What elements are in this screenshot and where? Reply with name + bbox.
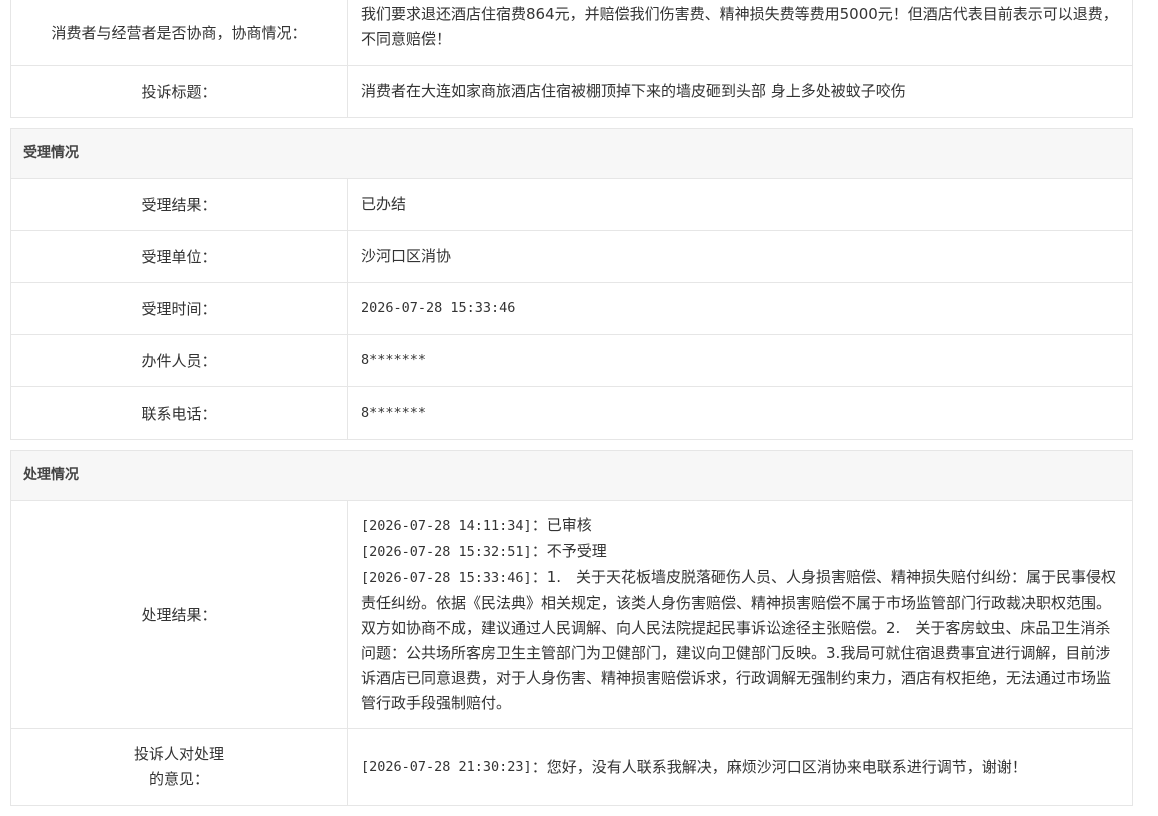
acceptance-result-label: 受理结果： — [11, 179, 348, 230]
acceptance-card: 受理情况 受理结果： 已办结 受理单位： 沙河口区消协 受理时间： 2026-0… — [10, 128, 1133, 440]
complaint-title-value: 消费者在大连如家商旅酒店住宿被棚顶掉下来的墙皮砸到头部 身上多处被蚊子咬伤 — [361, 82, 906, 100]
acceptance-result-value: 已办结 — [361, 195, 407, 213]
acceptance-unit-label: 受理单位： — [11, 231, 348, 282]
handling-title: 处理情况 — [11, 451, 1132, 501]
handler-value: 8******* — [361, 352, 427, 368]
phone-row: 联系电话： 8******* — [11, 387, 1132, 439]
handler-label: 办件人员： — [11, 335, 348, 386]
acceptance-unit-value: 沙河口区消协 — [361, 247, 452, 265]
negotiation-value: 我们要求退还酒店住宿费864元，并赔偿我们伤害费、精神损失费等费用5000元！但… — [361, 5, 1118, 48]
detail-page: 消费者与经营者是否协商，协商情况： 我们要求退还酒店住宿费864元，并赔偿我们伤… — [10, 0, 1133, 816]
acceptance-time-value: 2026-07-28 15:33:46 — [361, 300, 516, 316]
negotiation-label: 消费者与经营者是否协商，协商情况： — [11, 0, 348, 65]
log-entry: [2026-07-28 15:33:46]：1. 关于天花板墙皮脱落砸伤人员、人… — [361, 568, 1117, 712]
handler-row: 办件人员： 8******* — [11, 335, 1132, 387]
acceptance-result-row: 受理结果： 已办结 — [11, 179, 1132, 231]
complaint-card: 消费者与经营者是否协商，协商情况： 我们要求退还酒店住宿费864元，并赔偿我们伤… — [10, 0, 1133, 118]
opinion-label: 投诉人对处理 的意见： — [11, 729, 348, 805]
complaint-title-label: 投诉标题： — [11, 66, 348, 117]
handling-result-label: 处理结果： — [11, 501, 348, 728]
phone-value: 8******* — [361, 404, 427, 421]
handling-result-row: 处理结果： [2026-07-28 14:11:34]：已审核 [2026-07… — [11, 501, 1132, 729]
handling-card: 处理情况 处理结果： [2026-07-28 14:11:34]：已审核 [20… — [10, 450, 1133, 806]
negotiation-row: 消费者与经营者是否协商，协商情况： 我们要求退还酒店住宿费864元，并赔偿我们伤… — [11, 0, 1132, 66]
acceptance-title: 受理情况 — [11, 129, 1132, 179]
phone-label: 联系电话： — [11, 387, 348, 439]
acceptance-unit-row: 受理单位： 沙河口区消协 — [11, 231, 1132, 283]
complaint-title-row: 投诉标题： 消费者在大连如家商旅酒店住宿被棚顶掉下来的墙皮砸到头部 身上多处被蚊… — [11, 66, 1132, 117]
opinion-value: [2026-07-28 21:30:23] ：您好，没有人联系我解决，麻烦沙河口区… — [361, 757, 1027, 776]
log-entry: [2026-07-28 14:11:34]：已审核 — [361, 516, 592, 534]
handling-result-value: [2026-07-28 14:11:34]：已审核 [2026-07-28 15… — [348, 501, 1132, 728]
log-entry: [2026-07-28 15:32:51]：不予受理 — [361, 542, 607, 560]
opinion-row: 投诉人对处理 的意见： [2026-07-28 21:30:23] ：您好，没有人… — [11, 729, 1132, 805]
acceptance-time-label: 受理时间： — [11, 283, 348, 334]
acceptance-time-row: 受理时间： 2026-07-28 15:33:46 — [11, 283, 1132, 335]
